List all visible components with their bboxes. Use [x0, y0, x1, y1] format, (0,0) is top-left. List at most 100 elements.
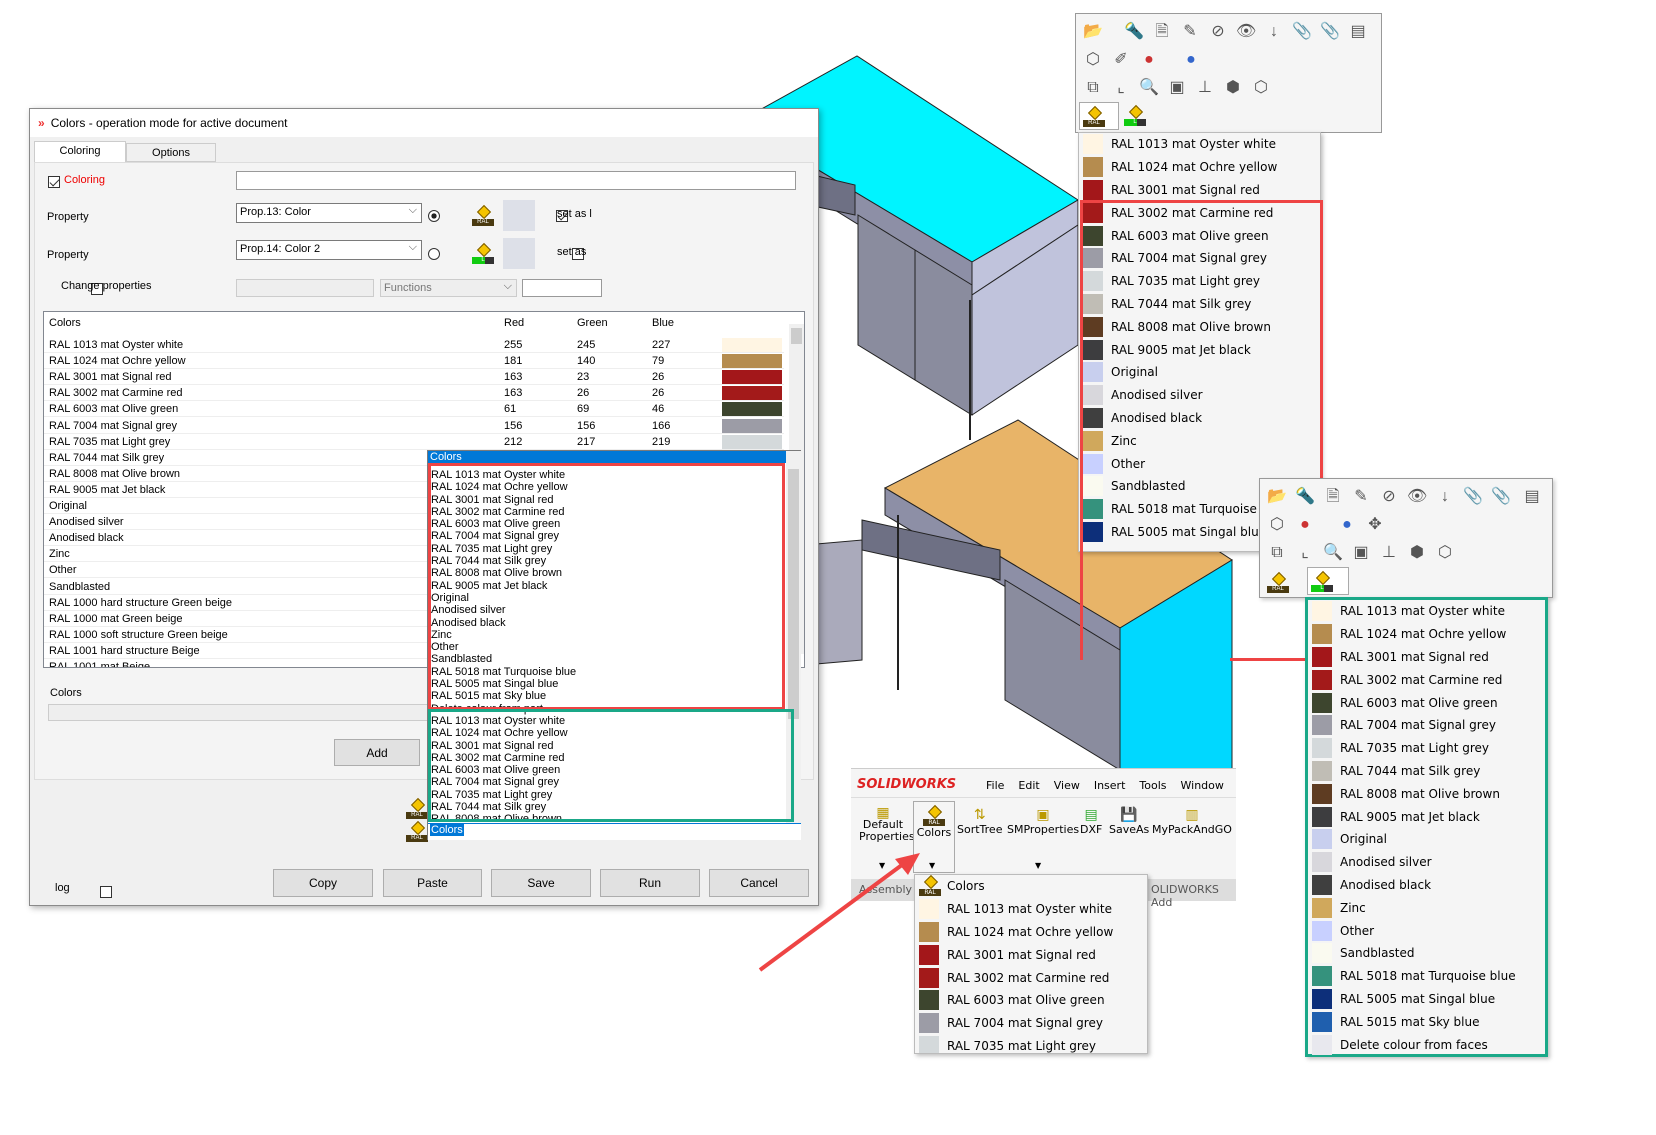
color-menu-item[interactable]: RAL 3001 mat Signal red	[1079, 179, 1320, 202]
col-blue[interactable]: Blue	[652, 317, 674, 329]
color-menu-item[interactable]: RAL 1013 mat Oyster white	[915, 898, 1147, 921]
run-button[interactable]: Run	[600, 869, 700, 897]
color-menu-item[interactable]: RAL 1024 mat Ochre yellow	[915, 921, 1147, 944]
color-menu-item[interactable]: RAL 6003 mat Olive green	[915, 989, 1147, 1012]
col-colors[interactable]: Colors	[49, 317, 81, 329]
color-menu-item[interactable]: RAL 3001 mat Signal red	[1308, 646, 1545, 669]
sketch-edit-icon[interactable]: ✐	[1111, 50, 1131, 70]
edit-part-icon[interactable]: ✎	[1180, 22, 1200, 42]
edit-component-icon[interactable]: ⬡	[1083, 50, 1103, 70]
coloring-text-field[interactable]	[236, 171, 796, 190]
hide-icon[interactable]: ⊘	[1379, 487, 1399, 507]
color-menu-item[interactable]: RAL 5015 mat Sky blue	[1308, 1010, 1545, 1033]
sw-menu-file[interactable]: File	[986, 779, 1004, 792]
colors-dropdown-list[interactable]: Colors RAL 1013 mat Oyster white RAL 1024…	[427, 450, 801, 840]
dropdown-combo[interactable]: Colors	[428, 823, 801, 840]
appearance-icon[interactable]: ●	[1139, 50, 1159, 70]
ral-color-icon[interactable]: RAL	[472, 204, 494, 226]
table-row[interactable]: RAL 6003 mat Olive green 61 69 46	[44, 401, 784, 418]
color-menu-item[interactable]: RAL 7004 mat Signal grey	[915, 1012, 1147, 1035]
view-icon[interactable]: ▣	[1351, 543, 1371, 563]
color-menu-item[interactable]: RAL 1013 mat Oyster white	[1308, 600, 1545, 623]
sort-icon[interactable]: ↓	[1264, 22, 1284, 42]
hide-icon[interactable]: ⊘	[1208, 22, 1228, 42]
color-l-toolbar-icon[interactable]: L	[1124, 104, 1146, 126]
color-menu-item[interactable]: RAL 7035 mat Light grey	[915, 1035, 1147, 1053]
flashlight-icon[interactable]: 🔦	[1295, 487, 1315, 507]
color-menu-item[interactable]: Sandblasted	[1308, 942, 1545, 965]
sketch-icon[interactable]: ⌞	[1295, 543, 1315, 563]
tab-solidworks-addins[interactable]: OLIDWORKS Add	[1151, 883, 1236, 909]
ral-icon-bottom-2[interactable]: RAL	[406, 820, 428, 842]
save-file-icon[interactable]: 🗎	[1323, 487, 1343, 507]
color-menu-item[interactable]: Zinc	[1308, 896, 1545, 919]
sketch-icon[interactable]: ⌞	[1111, 78, 1131, 98]
attach-icon[interactable]: 📎	[1320, 22, 1340, 42]
view-icon[interactable]: ▣	[1167, 78, 1187, 98]
show-icon[interactable]: 👁	[1236, 22, 1256, 42]
tab-coloring[interactable]: Coloring	[34, 141, 126, 162]
show-icon[interactable]: 👁	[1407, 487, 1427, 507]
open-icon[interactable]: 📂	[1267, 487, 1287, 507]
color-menu-item[interactable]: RAL 6003 mat Olive green	[1308, 691, 1545, 714]
save-button[interactable]: Save	[491, 869, 591, 897]
appearance-icon[interactable]: ●	[1295, 515, 1315, 535]
color-menu-item[interactable]: Delete colour from faces	[1308, 1033, 1545, 1056]
log-checkbox[interactable]	[100, 885, 113, 898]
table-row[interactable]: RAL 3002 mat Carmine red 163 26 26	[44, 385, 784, 402]
ral-toolbar-icon[interactable]: RAL	[1267, 571, 1289, 593]
color-menu-item[interactable]: Anodised silver	[1308, 851, 1545, 874]
property-select-2[interactable]: Prop.14: Color 2	[236, 240, 422, 260]
paperclip-icon[interactable]: 📎	[1463, 487, 1483, 507]
table-icon[interactable]: ▤	[1522, 487, 1542, 507]
paste-button[interactable]: Paste	[383, 869, 482, 897]
table-row[interactable]: RAL 1013 mat Oyster white 255 245 227	[44, 337, 784, 353]
sort-icon[interactable]: ↓	[1435, 487, 1455, 507]
iso-icon[interactable]: ⬡	[1435, 543, 1455, 563]
sw-default-properties-button[interactable]: ▦ Default Properties	[859, 806, 915, 843]
box-icon[interactable]: ⬢	[1407, 543, 1427, 563]
coloring-checkbox[interactable]	[48, 175, 60, 188]
color-menu-item[interactable]: RAL 3002 mat Carmine red	[915, 966, 1147, 989]
table-row[interactable]: RAL 3001 mat Signal red 163 23 26	[44, 369, 784, 386]
color-menu-item[interactable]: RAL 3002 mat Carmine red	[1308, 668, 1545, 691]
table-row[interactable]: RAL 1024 mat Ochre yellow 181 140 79	[44, 353, 784, 370]
box-icon[interactable]: ⬢	[1223, 78, 1243, 98]
sw-menu-window[interactable]: Window	[1181, 779, 1224, 792]
table-row[interactable]: RAL 7004 mat Signal grey 156 156 166	[44, 418, 784, 434]
flashlight-icon[interactable]: 🔦	[1124, 22, 1144, 42]
sw-menu-edit[interactable]: Edit	[1018, 779, 1039, 792]
select-icon[interactable]: ⧉	[1083, 78, 1103, 98]
sw-dxf-button[interactable]: ▤ DXF	[1080, 807, 1102, 836]
color-menu-item[interactable]: RAL 7035 mat Light grey	[1308, 737, 1545, 760]
colors-input[interactable]	[48, 704, 428, 721]
normal-to-icon[interactable]: ⊥	[1195, 78, 1215, 98]
color-menu-item[interactable]: RAL 1024 mat Ochre yellow	[1079, 156, 1320, 179]
color-menu-item[interactable]: RAL 7044 mat Silk grey	[1308, 760, 1545, 783]
move-icon[interactable]: ✥	[1365, 515, 1385, 535]
color-l-icon[interactable]: L	[472, 242, 494, 264]
paperclip-icon[interactable]: 📎	[1292, 22, 1312, 42]
color-menu-item[interactable]: RAL 8008 mat Olive brown	[1308, 782, 1545, 805]
ral-dropdown-button[interactable]: RAL	[1079, 102, 1119, 130]
iso-icon[interactable]: ⬡	[1251, 78, 1271, 98]
appearances-icon[interactable]: ●	[1181, 50, 1201, 70]
color-menu-item[interactable]: RAL 5005 mat Singal blue	[1308, 988, 1545, 1011]
attach-icon[interactable]: 📎	[1491, 487, 1511, 507]
sw-mypackandgo-button[interactable]: ▥ MyPackAndGO	[1152, 807, 1232, 836]
color-menu-item[interactable]: RAL 3001 mat Signal red	[915, 943, 1147, 966]
zoom-icon[interactable]: 🔍	[1139, 78, 1159, 98]
color-menu-item[interactable]: RAL 1013 mat Oyster white	[1079, 133, 1320, 156]
normal-to-icon[interactable]: ⊥	[1379, 543, 1399, 563]
color-menu-item[interactable]: RAL 9005 mat Jet black	[1308, 805, 1545, 828]
color-menu-item[interactable]: Original	[1308, 828, 1545, 851]
edit-component-icon[interactable]: ⬡	[1267, 515, 1287, 535]
color-menu-item[interactable]: Anodised black	[1308, 874, 1545, 897]
table-icon[interactable]: ▤	[1348, 22, 1368, 42]
property-radio-2[interactable]	[428, 248, 440, 260]
select-icon[interactable]: ⧉	[1267, 543, 1287, 563]
color-l-dropdown-button[interactable]: L	[1307, 567, 1349, 595]
sw-sorttree-button[interactable]: ⇅ SortTree	[957, 807, 1002, 836]
color-menu-item[interactable]: RAL 1024 mat Ochre yellow	[1308, 623, 1545, 646]
tab-options[interactable]: Options	[126, 143, 216, 162]
